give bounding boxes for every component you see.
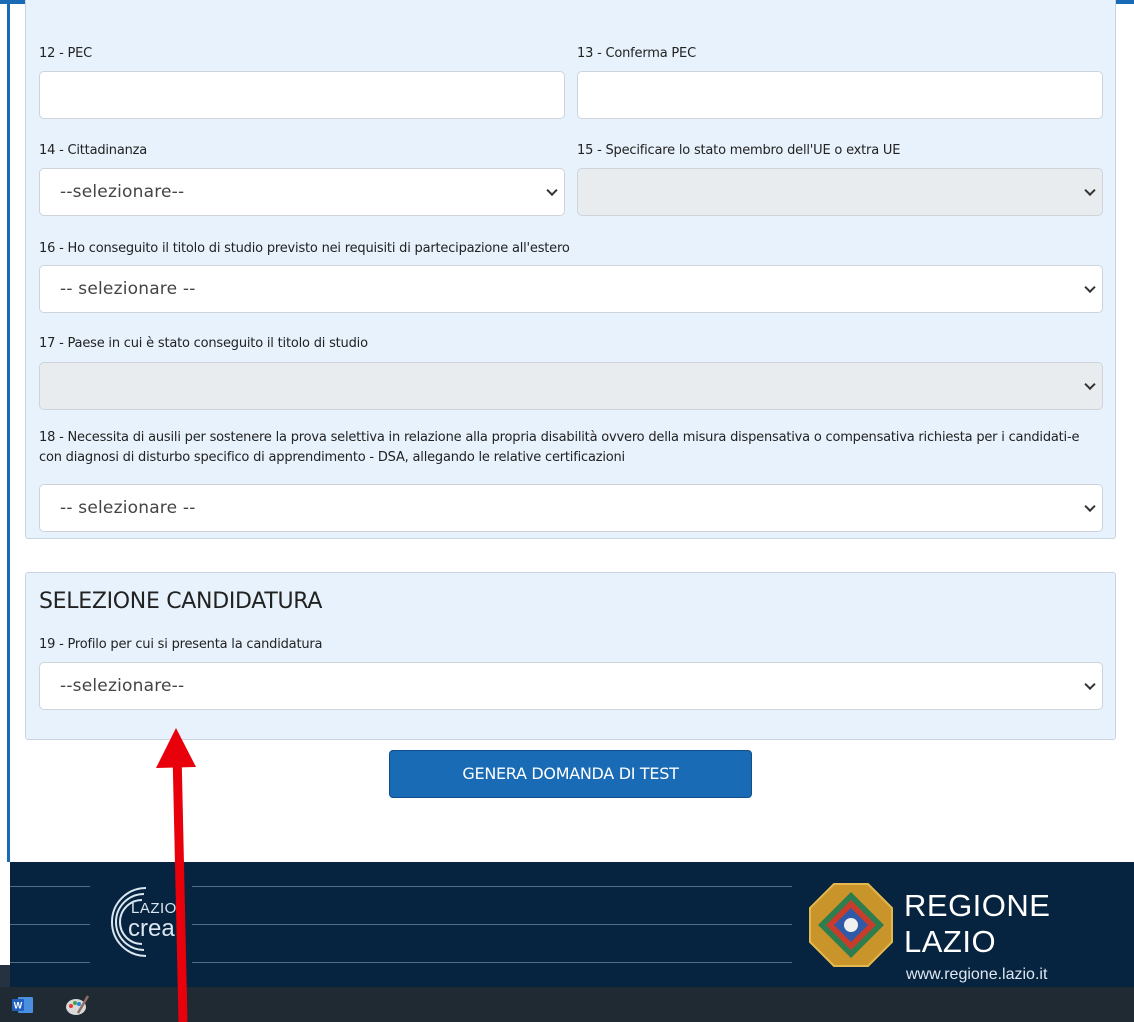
cittadinanza-label: 14 - Cittadinanza bbox=[39, 143, 148, 158]
chevron-down-icon bbox=[1084, 378, 1096, 391]
footer-decor-line bbox=[192, 924, 792, 925]
cittadinanza-select[interactable]: --selezionare-- bbox=[39, 168, 565, 216]
paese-titolo-label: 17 - Paese in cui è stato conseguito il … bbox=[39, 336, 368, 351]
chevron-down-icon bbox=[1084, 678, 1096, 691]
pec-input[interactable] bbox=[39, 71, 565, 119]
footer-decor-line bbox=[10, 924, 90, 925]
titolo-estero-label: 16 - Ho conseguito il titolo di studio p… bbox=[39, 241, 570, 256]
titolo-estero-select[interactable]: -- selezionare -- bbox=[39, 265, 1103, 313]
footer-decor-line bbox=[192, 962, 792, 963]
titolo-estero-selected-value: -- selezionare -- bbox=[60, 279, 196, 299]
stato-membro-select[interactable] bbox=[577, 168, 1103, 216]
chevron-down-icon bbox=[1084, 281, 1096, 294]
chevron-down-icon bbox=[1084, 500, 1096, 513]
ausili-select[interactable]: -- selezionare -- bbox=[39, 484, 1103, 532]
profilo-label: 19 - Profilo per cui si presenta la cand… bbox=[39, 637, 323, 652]
chevron-down-icon bbox=[546, 184, 558, 197]
conferma-pec-input[interactable] bbox=[577, 71, 1103, 119]
profilo-selected-value: --selezionare-- bbox=[60, 676, 185, 696]
regione-line-2: LAZIO bbox=[904, 924, 997, 959]
taskbar-edge bbox=[0, 965, 10, 987]
regione-lazio-url-link[interactable]: www.regione.lazio.it bbox=[906, 966, 1047, 984]
regione-lazio-wordmark: REGIONE LAZIO bbox=[904, 888, 1050, 960]
pec-label: 12 - PEC bbox=[39, 46, 93, 61]
profilo-select[interactable]: --selezionare-- bbox=[39, 662, 1103, 710]
footer-decor-line bbox=[10, 886, 90, 887]
conferma-pec-label: 13 - Conferma PEC bbox=[577, 46, 696, 61]
regione-lazio-emblem-icon bbox=[809, 883, 893, 967]
window-left-border bbox=[7, 4, 10, 862]
footer-decor-line bbox=[192, 886, 792, 887]
regione-line-1: REGIONE bbox=[904, 888, 1051, 923]
svg-text:W: W bbox=[14, 1001, 23, 1011]
genera-domanda-button[interactable]: GENERA DOMANDA DI TEST bbox=[389, 750, 752, 798]
annotation-arrow-icon bbox=[156, 728, 196, 1022]
paint-icon[interactable] bbox=[64, 993, 90, 1017]
footer-decor-line bbox=[10, 962, 90, 963]
section-title: SELEZIONE CANDIDATURA bbox=[39, 589, 323, 614]
paese-titolo-select[interactable] bbox=[39, 362, 1103, 410]
ausili-label: 18 - Necessita di ausili per sostenere l… bbox=[39, 430, 1080, 465]
stato-membro-label: 15 - Specificare lo stato membro dell'UE… bbox=[577, 143, 901, 158]
ausili-selected-value: -- selezionare -- bbox=[60, 498, 196, 518]
cittadinanza-selected-value: --selezionare-- bbox=[60, 182, 185, 202]
word-icon[interactable]: W bbox=[12, 996, 34, 1014]
chevron-down-icon bbox=[1084, 184, 1096, 197]
